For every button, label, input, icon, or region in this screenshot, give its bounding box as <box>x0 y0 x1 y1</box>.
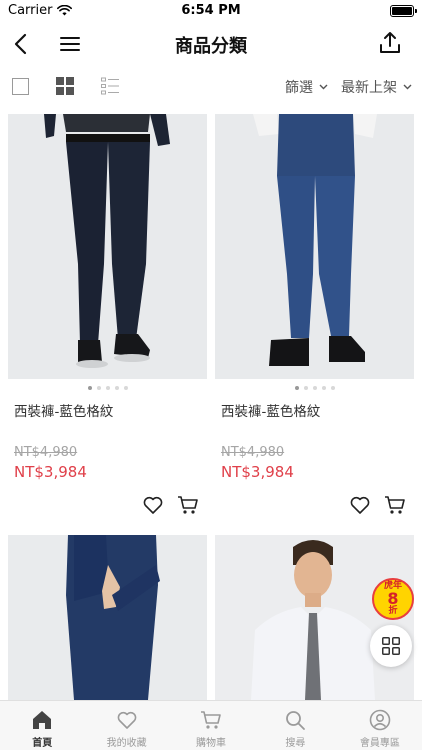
heart-icon[interactable] <box>348 493 372 517</box>
search-icon <box>286 711 306 730</box>
list-view-icon[interactable] <box>101 77 119 95</box>
tab-label: 搜尋 <box>285 738 306 749</box>
tab-search[interactable]: 搜尋 <box>253 701 337 750</box>
sort-label: 最新上架 <box>341 80 397 96</box>
back-icon[interactable] <box>8 30 36 58</box>
user-icon <box>369 709 391 731</box>
navigation-bar: 商品分類 <box>0 22 422 66</box>
cart-icon[interactable] <box>176 493 200 517</box>
status-bar: Carrier 6:54 PM <box>0 0 422 22</box>
tab-home[interactable]: 首頁 <box>0 701 84 750</box>
promo-badge[interactable]: 虎年 8 折 <box>372 578 414 620</box>
bottom-tab-bar: 首頁 我的收藏 購物車 搜尋 會員專區 <box>0 700 422 750</box>
cart-icon[interactable] <box>383 493 407 517</box>
tab-label: 購物車 <box>196 738 227 749</box>
sort-button[interactable]: 最新上架 <box>341 77 412 97</box>
heart-icon <box>117 711 136 729</box>
promo-discount: 8 <box>387 589 399 608</box>
tab-favorites[interactable]: 我的收藏 <box>84 701 168 750</box>
status-time: 6:54 PM <box>181 3 241 18</box>
home-icon <box>33 711 52 729</box>
category-grid-button[interactable] <box>370 625 412 667</box>
tab-label: 我的收藏 <box>106 738 147 749</box>
single-view-icon[interactable] <box>12 78 29 95</box>
product-image[interactable] <box>8 114 207 379</box>
product-name: 西裝褲-藍色格紋 <box>14 404 114 420</box>
product-name: 西裝褲-藍色格紋 <box>221 404 321 420</box>
battery-icon <box>390 5 417 17</box>
original-price: NT$4,980 <box>14 445 78 460</box>
tab-label: 會員專區 <box>359 738 400 749</box>
share-icon[interactable] <box>376 29 404 57</box>
grid-view-icon[interactable] <box>56 77 74 95</box>
product-image[interactable] <box>8 535 207 700</box>
chevron-down-icon <box>403 84 412 90</box>
promo-unit: 折 <box>388 606 398 616</box>
cart-icon <box>201 711 221 729</box>
chevron-down-icon <box>319 84 328 90</box>
sale-price: NT$3,984 <box>14 463 87 481</box>
tab-label: 首頁 <box>32 738 53 749</box>
image-pager <box>8 386 207 390</box>
filter-button[interactable]: 篩選 <box>285 77 328 97</box>
hamburger-menu-icon[interactable] <box>56 30 84 58</box>
list-toolbar: 篩選 最新上架 <box>0 66 422 108</box>
tab-cart[interactable]: 購物車 <box>169 701 253 750</box>
filter-label: 篩選 <box>285 80 313 96</box>
original-price: NT$4,980 <box>221 445 285 460</box>
tab-member[interactable]: 會員專區 <box>338 701 422 750</box>
sale-price: NT$3,984 <box>221 463 294 481</box>
product-image[interactable] <box>215 114 414 379</box>
heart-icon[interactable] <box>141 493 165 517</box>
image-pager <box>215 386 414 390</box>
grid-icon <box>382 637 400 655</box>
